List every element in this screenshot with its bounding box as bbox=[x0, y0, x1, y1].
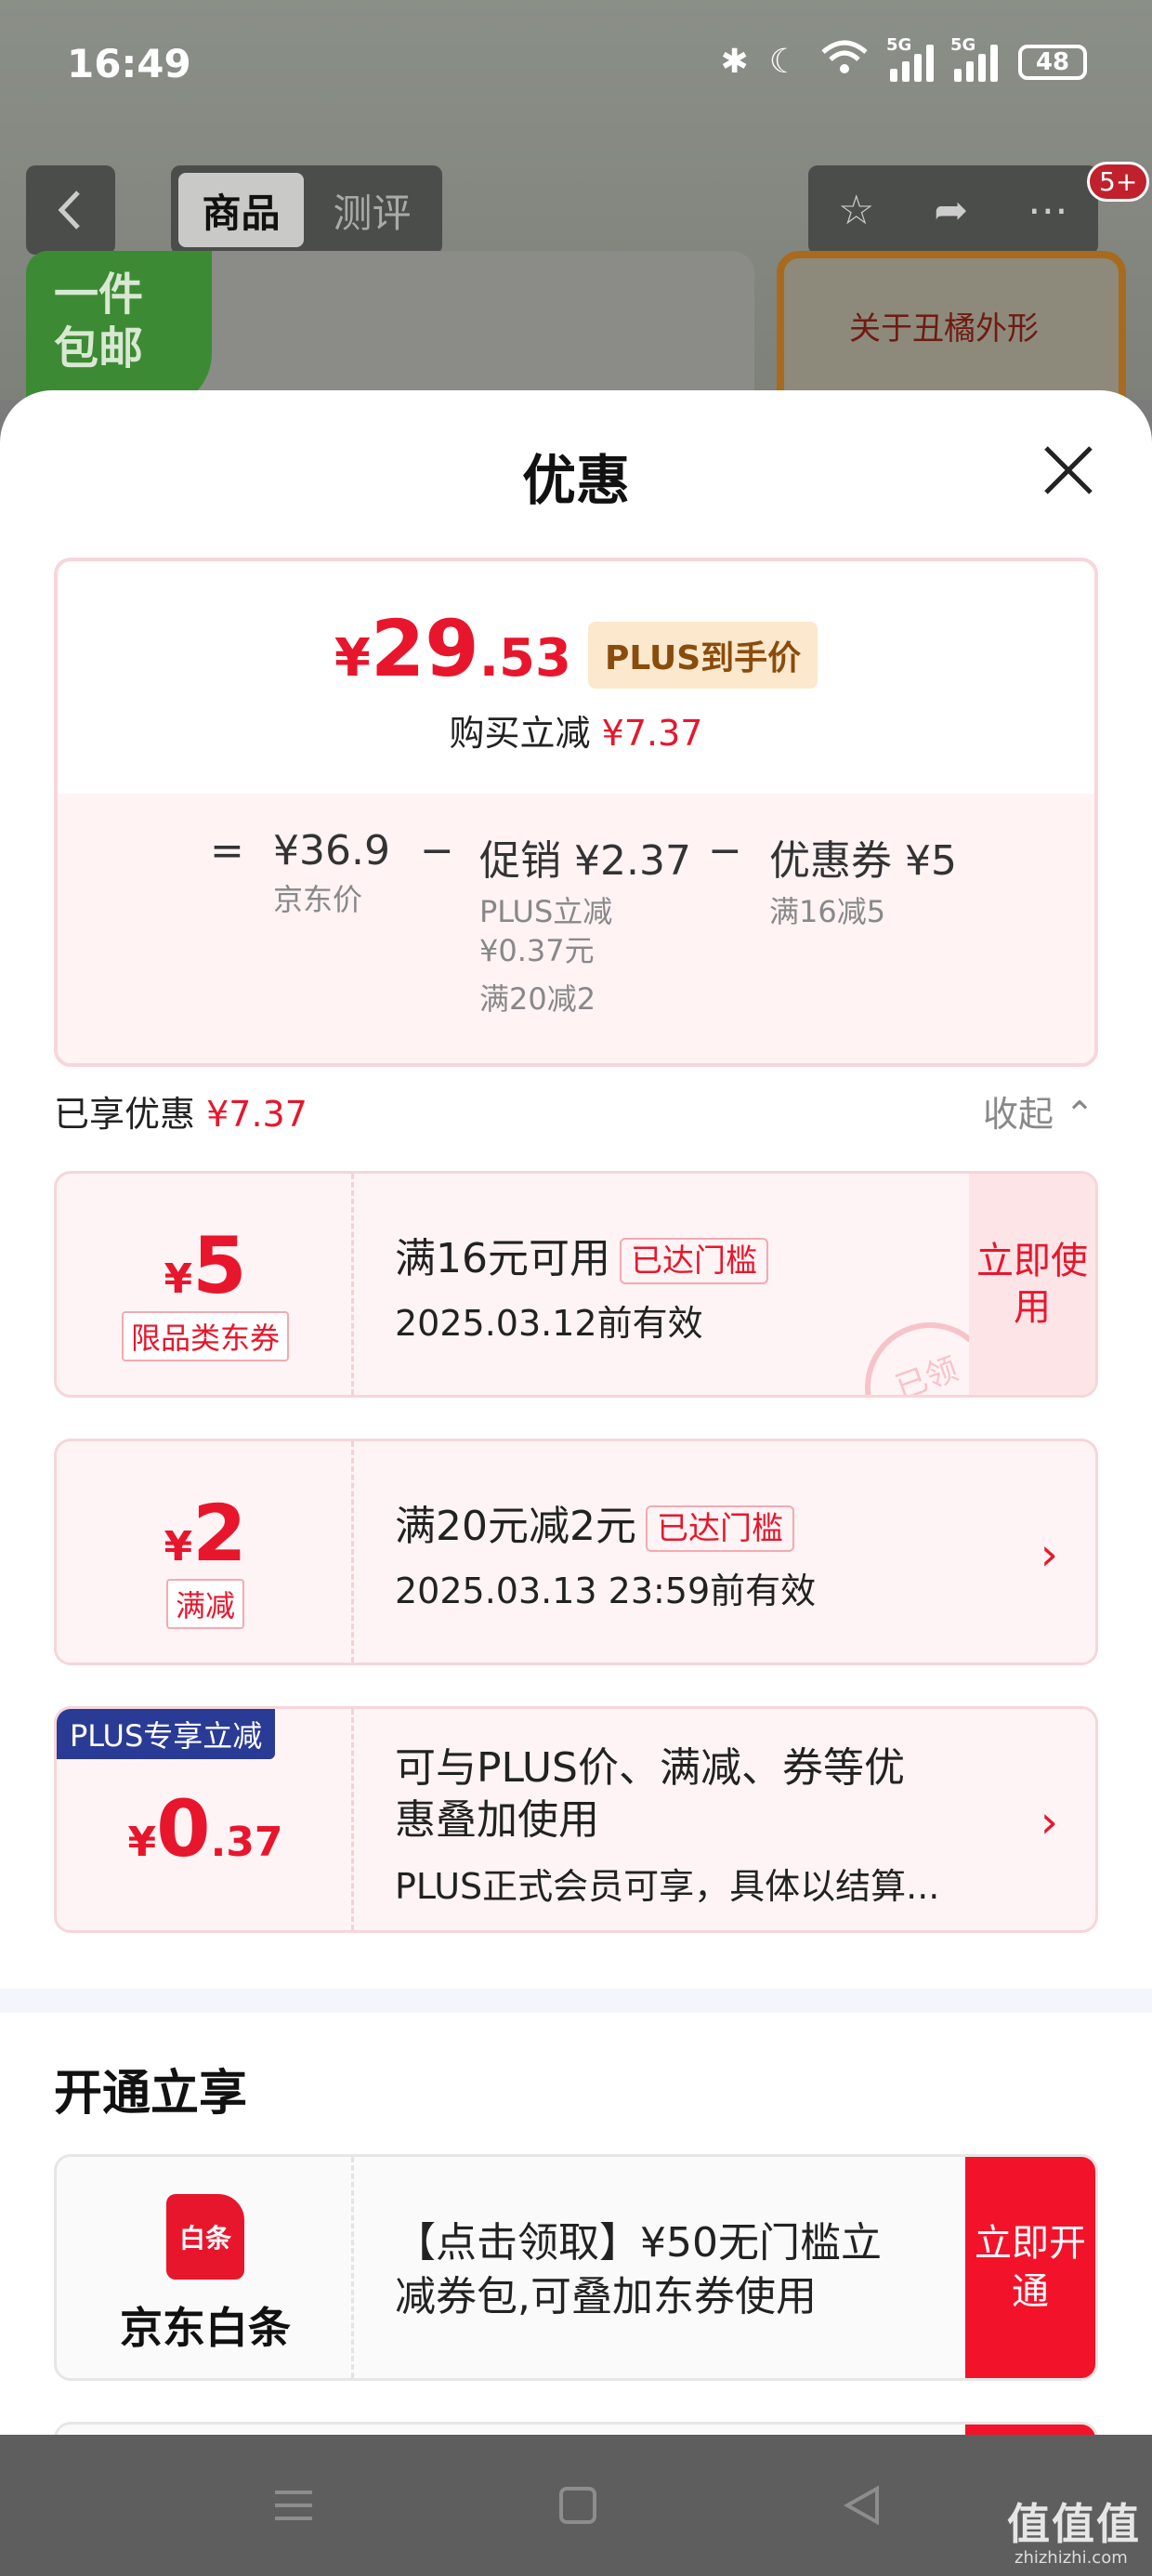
chevron-left-icon bbox=[58, 191, 80, 230]
collapse-toggle[interactable]: 收起 ⌃ bbox=[983, 1085, 1094, 1137]
use-now-button[interactable]: 立即使用 bbox=[969, 1174, 1095, 1395]
free-shipping-badge: 一件包邮 bbox=[26, 251, 212, 409]
coupon-amount: 优惠券 ¥5 满16减5 bbox=[769, 837, 957, 929]
coupon-kind: 限品类东券 bbox=[121, 1311, 289, 1361]
minus-sign: − bbox=[420, 827, 454, 874]
jd-price: ¥36.9 京东价 bbox=[273, 827, 390, 917]
system-nav-bar bbox=[0, 2435, 1152, 2576]
moon-icon: ☾ bbox=[768, 43, 799, 81]
bluetooth-icon: ✱ bbox=[720, 43, 749, 81]
chevron-up-icon: ⌃ bbox=[1065, 1094, 1094, 1135]
baitiao-desc: 【点击领取】¥50无门槛立 减券包,可叠加东券使用 bbox=[395, 2219, 882, 2320]
section-divider bbox=[0, 1989, 1152, 2013]
baitiao-logo-icon: 白条 bbox=[166, 2194, 244, 2280]
baitiao-name: 京东白条 bbox=[120, 2303, 291, 2353]
status-time: 16:49 bbox=[67, 41, 191, 86]
close-icon bbox=[1044, 446, 1093, 494]
coupon-title: 可与PLUS价、满减、券等优 惠叠加使用 bbox=[395, 1744, 905, 1844]
discount-sheet: 优惠 ¥29.53 PLUS到手价 购买立减 ¥7.37 = ¥36.9 京东价… bbox=[0, 390, 1152, 2477]
coupon-title: 满16元可用 已达门槛 bbox=[395, 1233, 768, 1285]
coupon-expire: 2025.03.12前有效 bbox=[395, 1303, 703, 1344]
share-icon[interactable]: ➦ bbox=[934, 187, 968, 234]
menu-icon[interactable] bbox=[271, 2483, 316, 2528]
wifi-icon bbox=[819, 39, 870, 85]
shape-card-title: 关于丑橘外形 bbox=[849, 310, 1039, 348]
status-icons: ✱ ☾ 5G 5G 48 bbox=[720, 35, 1087, 85]
threshold-badge: 已达门槛 bbox=[620, 1238, 768, 1284]
plus-price-tag: PLUS到手价 bbox=[587, 622, 818, 689]
watermark-url: zhizhizhi.com bbox=[1015, 2548, 1128, 2568]
coupon-card-full-reduce[interactable]: ¥2 满减 满20元减2元 已达门槛 2025.03.13 23:59前有效 › bbox=[54, 1439, 1098, 1665]
cart-badge: 5+ bbox=[1087, 162, 1150, 202]
sheet-title: 优惠 bbox=[521, 449, 630, 512]
coupon-expire: 2025.03.13 23:59前有效 bbox=[395, 1571, 817, 1611]
coupon-value: ¥2 bbox=[164, 1488, 247, 1579]
price-breakdown: ¥29.53 PLUS到手价 购买立减 ¥7.37 = ¥36.9 京东价 − … bbox=[54, 558, 1098, 1067]
coupon-title: 满20元减2元 已达门槛 bbox=[395, 1501, 794, 1553]
coupon-kind: 满减 bbox=[165, 1579, 244, 1629]
instant-reduce: 购买立减 ¥7.37 bbox=[449, 713, 703, 754]
back-nav-icon[interactable] bbox=[840, 2483, 884, 2528]
signal-icon-2: 5G bbox=[950, 35, 998, 82]
chevron-right-icon: › bbox=[1040, 1796, 1058, 1848]
enjoyed-discount: 已享优惠 ¥7.37 bbox=[54, 1094, 308, 1135]
tab-product[interactable]: 商品 bbox=[178, 173, 304, 247]
coupon-value: ¥0.37 bbox=[127, 1783, 283, 1874]
equals-sign: = bbox=[210, 827, 244, 874]
product-tabs: 商品 测评 bbox=[171, 165, 442, 255]
final-price: ¥29.53 bbox=[334, 603, 571, 694]
back-button[interactable] bbox=[26, 165, 115, 255]
chevron-right-icon: › bbox=[1040, 1529, 1058, 1581]
top-actions: ☆ ➦ ⋯ bbox=[808, 165, 1098, 255]
more-icon[interactable]: ⋯ bbox=[1028, 187, 1068, 234]
open-section-title: 开通立享 bbox=[54, 2066, 248, 2122]
promo-amount: 促销 ¥2.37 PLUS立减 ¥0.37元 满20减2 bbox=[479, 837, 691, 1017]
signal-icon-1: 5G bbox=[886, 35, 934, 82]
close-button[interactable] bbox=[1037, 439, 1100, 502]
coupon-value: ¥5 bbox=[164, 1220, 247, 1311]
coupon-card-plus[interactable]: PLUS专享立减 ¥0.37 可与PLUS价、满减、券等优 惠叠加使用 PLUS… bbox=[54, 1706, 1098, 1933]
home-icon[interactable] bbox=[557, 2483, 598, 2528]
coupon-card-jd[interactable]: ¥5 限品类东券 满16元可用 已达门槛 2025.03.12前有效 已领 立即使… bbox=[54, 1171, 1098, 1398]
watermark-logo: 值值值 bbox=[1007, 2499, 1141, 2549]
open-now-button[interactable]: 立即开通 bbox=[965, 2157, 1095, 2378]
minus-sign-2: − bbox=[708, 827, 742, 874]
baitiao-card[interactable]: 白条 京东白条 【点击领取】¥50无门槛立 减券包,可叠加东券使用 立即开通 bbox=[54, 2154, 1098, 2381]
status-bar: 16:49 ✱ ☾ 5G 5G 48 bbox=[0, 0, 1152, 139]
threshold-badge: 已达门槛 bbox=[645, 1505, 794, 1552]
coupon-note: PLUS正式会员可享，具体以结算... bbox=[395, 1866, 940, 1907]
star-icon[interactable]: ☆ bbox=[838, 187, 874, 234]
tab-review[interactable]: 测评 bbox=[309, 173, 435, 247]
battery-icon: 48 bbox=[1018, 44, 1087, 80]
plus-ribbon: PLUS专享立减 bbox=[57, 1709, 276, 1759]
